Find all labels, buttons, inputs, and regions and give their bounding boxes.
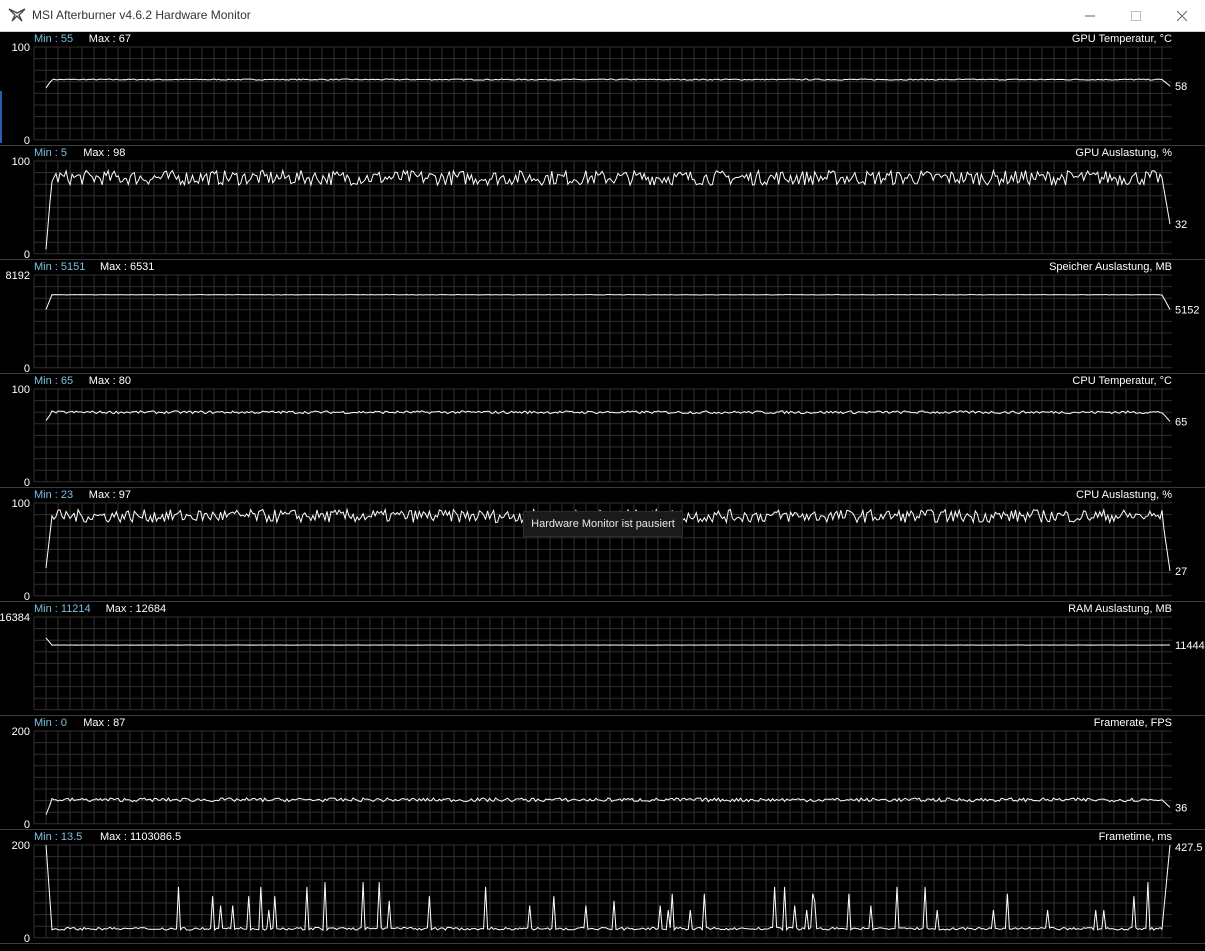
close-button[interactable] <box>1159 0 1205 31</box>
current-value-label: 427.5 <box>1175 842 1203 854</box>
graph-title: Speicher Auslastung, MB <box>1049 261 1172 273</box>
graph-grid <box>33 160 1172 255</box>
graph-min-label: Min : 5151 <box>34 261 85 273</box>
graph-max-label: Max : 87 <box>83 717 125 729</box>
y-axis-top-label: 100 <box>12 384 30 396</box>
graph-min-label: Min : 65 <box>34 375 73 387</box>
y-axis-bottom-label: 0 <box>24 363 30 375</box>
graph-trace <box>45 168 1171 250</box>
graph-panel[interactable]: Min : 5 Max : 98 GPU Auslastung, % 100 0 32 <box>0 147 1205 261</box>
graph-max-label: Max : 80 <box>89 375 131 387</box>
graph-panel[interactable]: Min : 55 Max : 67 GPU Temperatur, °C 100 0 58 <box>0 33 1205 147</box>
graph-trace <box>45 844 1171 932</box>
graph-title: GPU Auslastung, % <box>1075 147 1172 159</box>
window-title: MSI Afterburner v4.6.2 Hardware Monitor <box>32 8 251 22</box>
current-value-label: 32 <box>1175 219 1187 231</box>
graph-min-label: Min : 11214 <box>34 603 91 615</box>
graph-title: CPU Auslastung, % <box>1076 489 1172 501</box>
graph-title: Frametime, ms <box>1099 831 1173 843</box>
maximize-button[interactable] <box>1113 0 1159 31</box>
graph-panel[interactable]: Min : 65 Max : 80 CPU Temperatur, °C 100 0 65 <box>0 375 1205 489</box>
graph-grid <box>33 844 1172 939</box>
y-axis-bottom-label: 0 <box>24 135 30 147</box>
graph-grid <box>33 274 1172 369</box>
graph-max-label: Max : 6531 <box>100 261 154 273</box>
y-axis-top-label: 100 <box>12 498 30 510</box>
current-value-label: 65 <box>1175 417 1187 429</box>
graph-max-label: Max : 98 <box>83 147 125 159</box>
graph-panel[interactable]: Min : 11214 Max : 12684 RAM Auslastung, MB… <box>0 603 1205 716</box>
y-axis-top-label: 200 <box>12 840 30 852</box>
current-value-label: 36 <box>1175 802 1187 814</box>
graph-title: RAM Auslastung, MB <box>1068 603 1172 615</box>
y-axis-bottom-label: 0 <box>24 591 30 603</box>
graph-min-label: Min : 23 <box>34 489 73 501</box>
y-axis-bottom-label: 0 <box>24 819 30 831</box>
current-value-label: 11444 <box>1175 640 1205 652</box>
y-axis-top-label: 8192 <box>6 270 30 282</box>
hardware-monitor-window: MSI Afterburner v4.6.2 Hardware Monitor … <box>0 0 1205 951</box>
graph-max-label: Max : 12684 <box>106 603 167 615</box>
graph-panel[interactable]: Min : 13.5 Max : 1103086.5 Frametime, ms 20… <box>0 831 1205 945</box>
graph-trace <box>45 637 1170 646</box>
y-axis-top-label: 16384 <box>0 612 30 624</box>
graph-panel[interactable]: Min : 23 Max : 97 CPU Auslastung, % 100 0 27 <box>0 489 1205 603</box>
graph-trace <box>45 293 1171 310</box>
graph-min-label: Min : 5 <box>34 147 67 159</box>
graph-grid <box>33 616 1172 711</box>
y-axis-bottom-label: 0 <box>24 477 30 489</box>
maximize-icon <box>1131 10 1141 21</box>
y-axis-bottom-label: 0 <box>24 933 30 945</box>
graph-title: CPU Temperatur, °C <box>1072 375 1172 387</box>
minimize-icon <box>1085 15 1095 16</box>
y-axis-bottom-label: 0 <box>24 249 30 261</box>
y-axis-top-label: 100 <box>12 156 30 168</box>
msi-afterburner-logo-icon <box>8 8 26 22</box>
graph-panel[interactable]: Min : 5151 Max : 6531 Speicher Auslastung,… <box>0 261 1205 375</box>
graphs-area[interactable]: Min : 55 Max : 67 GPU Temperatur, °C 100 0 58… <box>0 32 1205 951</box>
graph-title: GPU Temperatur, °C <box>1072 33 1172 45</box>
y-axis-top-label: 100 <box>12 42 30 54</box>
close-icon <box>1177 10 1187 21</box>
graph-grid <box>33 730 1172 825</box>
title-bar[interactable]: MSI Afterburner v4.6.2 Hardware Monitor <box>0 0 1205 32</box>
current-value-label: 27 <box>1175 566 1187 578</box>
y-axis-top-label: 200 <box>12 726 30 738</box>
graph-min-label: Min : 55 <box>34 33 73 45</box>
graph-panel[interactable]: Min : 0 Max : 87 Framerate, FPS 200 0 36 <box>0 717 1205 831</box>
monitoring-graphs[interactable]: Min : 55 Max : 67 GPU Temperatur, °C 100 0 58… <box>0 32 1205 951</box>
current-value-label: 58 <box>1175 81 1187 93</box>
graph-max-label: Max : 67 <box>89 33 131 45</box>
paused-tooltip: Hardware Monitor ist pausiert <box>523 511 683 537</box>
graph-max-label: Max : 97 <box>89 489 131 501</box>
graph-title: Framerate, FPS <box>1094 717 1172 729</box>
graph-min-label: Min : 0 <box>34 717 67 729</box>
graph-grid <box>33 46 1172 141</box>
graph-trace <box>45 78 1171 89</box>
graph-min-label: Min : 13.5 <box>34 831 82 843</box>
graph-grid <box>33 388 1172 483</box>
minimize-button[interactable] <box>1067 0 1113 31</box>
graph-max-label: Max : 1103086.5 <box>100 831 181 843</box>
current-value-label: 5152 <box>1175 305 1199 317</box>
